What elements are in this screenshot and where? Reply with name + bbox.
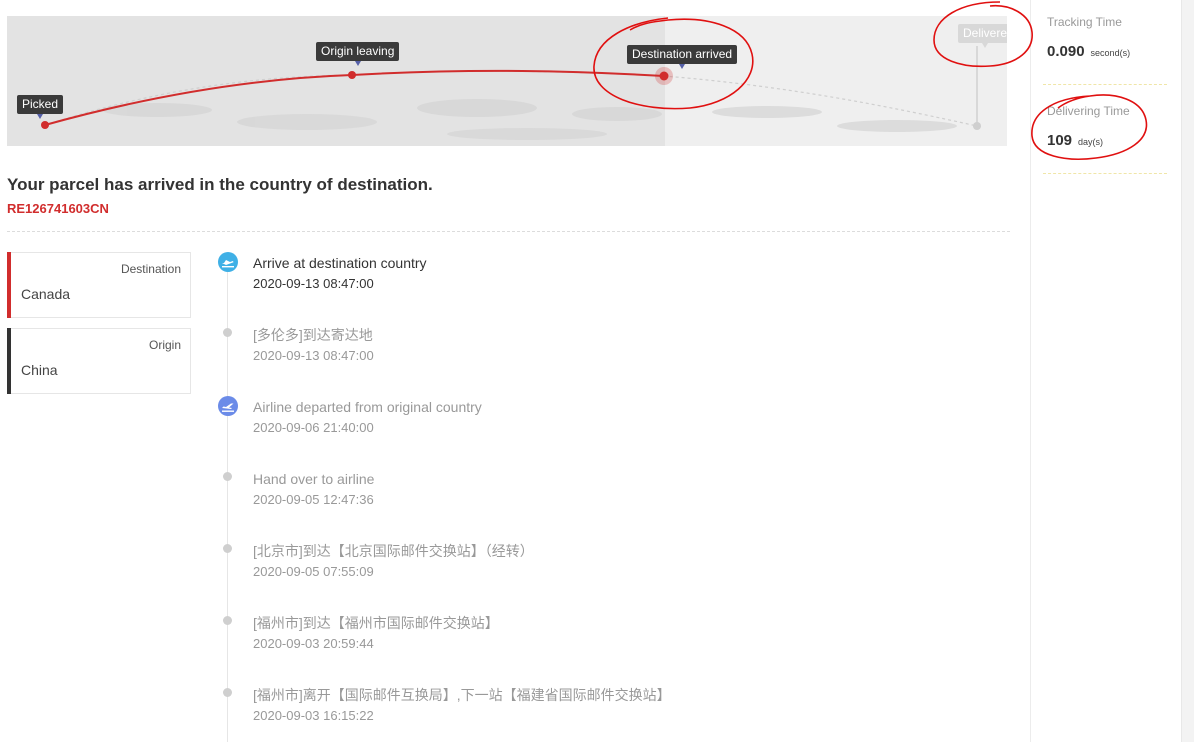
timeline-dot bbox=[223, 616, 232, 625]
timeline-event: Airline departed from original country 2… bbox=[253, 399, 482, 435]
event-time: 2020-09-06 21:40:00 bbox=[253, 420, 374, 435]
timeline-dot bbox=[223, 688, 232, 697]
page-scrollbar[interactable] bbox=[1181, 0, 1194, 742]
stats-panel: Tracking Time 0.090 second(s) Delivering … bbox=[1030, 0, 1180, 742]
pin-label-delivered: Delivere bbox=[958, 24, 1007, 48]
timeline-event: [福州市]离开【国际邮件互换局】,下一站【福建省国际邮件交换站】 2020-09… bbox=[253, 687, 671, 723]
stats-divider bbox=[1043, 84, 1167, 85]
route-point-origin-leaving bbox=[348, 71, 356, 79]
stats-divider bbox=[1043, 173, 1167, 174]
plane-departure-icon bbox=[218, 396, 238, 416]
event-title: [多伦多]到达寄达地 bbox=[253, 327, 373, 343]
status-headline: Your parcel has arrived in the country o… bbox=[7, 175, 433, 194]
timeline-event: [多伦多]到达寄达地 2020-09-13 08:47:00 bbox=[253, 327, 374, 363]
timeline-dot bbox=[223, 544, 232, 553]
origin-card: Origin China bbox=[7, 328, 191, 394]
event-title: Airline departed from original country bbox=[253, 399, 482, 415]
destination-country: Canada bbox=[21, 286, 71, 302]
event-time: 2020-09-13 08:47:00 bbox=[253, 348, 374, 363]
timeline-event: [福州市]到达【福州市国际邮件交换站】 2020-09-03 20:59:44 bbox=[253, 615, 499, 651]
tracking-time-number: 0.090 bbox=[1047, 43, 1085, 60]
route-map: Picked Origin leaving Destination arrive… bbox=[7, 16, 1007, 146]
pin-label-picked: Picked bbox=[17, 95, 64, 119]
tracking-time-label: Tracking Time bbox=[1047, 15, 1122, 29]
tracking-time-value: 0.090 second(s) bbox=[1047, 43, 1130, 60]
timeline-dot bbox=[223, 328, 232, 337]
event-title: [福州市]离开【国际邮件互换局】,下一站【福建省国际邮件交换站】 bbox=[253, 687, 671, 703]
origin-label: Origin bbox=[148, 338, 181, 352]
destination-label: Destination bbox=[120, 262, 181, 276]
route-point-destination-arrived bbox=[659, 71, 669, 81]
timeline-dot bbox=[223, 472, 232, 481]
destination-accent-bar bbox=[7, 252, 11, 318]
event-time: 2020-09-13 08:47:00 bbox=[253, 276, 374, 291]
event-title: Hand over to airline bbox=[253, 471, 375, 487]
route-point-picked bbox=[41, 121, 49, 129]
timeline-event: [北京市]到达【北京国际邮件交换站】（经转） 2020-09-05 07:55:… bbox=[253, 543, 534, 579]
tracking-time-unit: second(s) bbox=[1090, 48, 1131, 58]
event-title: [福州市]到达【福州市国际邮件交换站】 bbox=[253, 615, 499, 631]
timeline-event: Arrive at destination country 2020-09-13… bbox=[253, 255, 427, 291]
tracking-number: RE126741603CN bbox=[7, 201, 109, 216]
event-title: Arrive at destination country bbox=[253, 255, 427, 271]
delivering-time-number: 109 bbox=[1047, 132, 1073, 149]
pin-label-destination-arrived: Destination arrived bbox=[627, 45, 738, 69]
origin-country: China bbox=[21, 362, 58, 378]
origin-accent-bar bbox=[7, 328, 11, 394]
event-title: [北京市]到达【北京国际邮件交换站】（经转） bbox=[253, 543, 534, 559]
delivering-time-value: 109 day(s) bbox=[1047, 132, 1103, 149]
divider bbox=[7, 231, 1010, 232]
world-map-background bbox=[41, 46, 981, 140]
delivering-time-label: Delivering Time bbox=[1047, 104, 1130, 118]
event-time: 2020-09-03 16:15:22 bbox=[253, 708, 374, 723]
plane-arrival-icon bbox=[218, 252, 238, 272]
route-point-delivered bbox=[973, 122, 981, 130]
destination-card: Destination Canada bbox=[7, 252, 191, 318]
event-time: 2020-09-05 12:47:36 bbox=[253, 492, 374, 507]
pin-label-origin-leaving: Origin leaving bbox=[316, 42, 400, 66]
timeline-event: Hand over to airline 2020-09-05 12:47:36 bbox=[253, 471, 374, 507]
event-time: 2020-09-03 20:59:44 bbox=[253, 636, 374, 651]
delivering-time-unit: day(s) bbox=[1078, 137, 1104, 147]
event-time: 2020-09-05 07:55:09 bbox=[253, 564, 374, 579]
